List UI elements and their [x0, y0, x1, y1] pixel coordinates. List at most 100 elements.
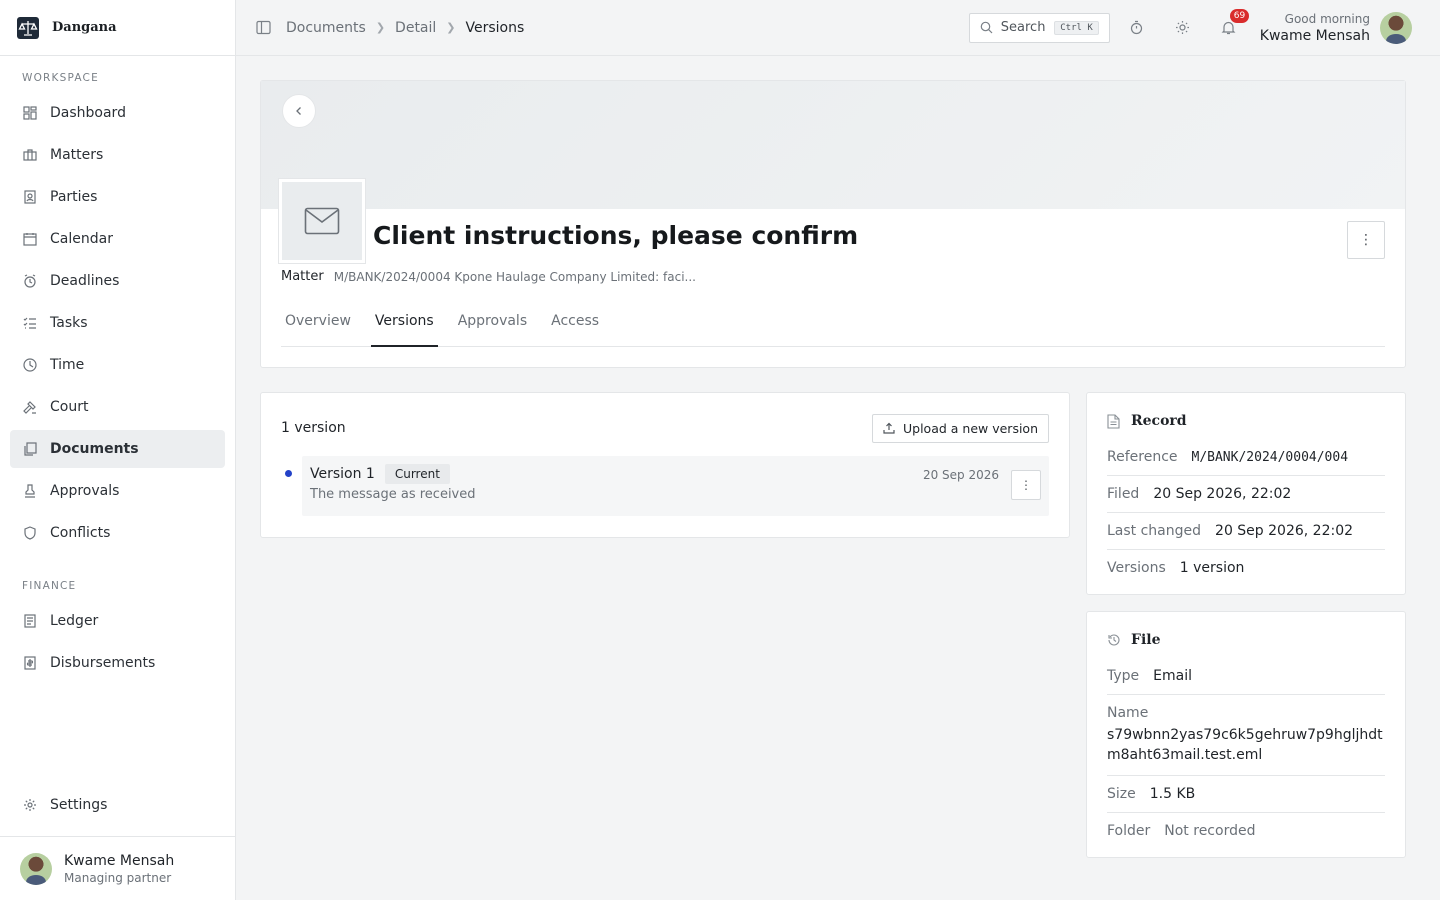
- breadcrumb-documents[interactable]: Documents: [286, 20, 366, 36]
- filed-value: 20 Sep 2026, 22:02: [1153, 486, 1292, 502]
- envelope-icon: [304, 207, 340, 235]
- shield-icon: [22, 525, 38, 541]
- matter-link[interactable]: M/BANK/2024/0004 Kpone Haulage Company L…: [334, 269, 696, 284]
- sidebar-item-conflicts[interactable]: Conflicts: [10, 514, 225, 552]
- scales-logo-icon: [14, 14, 42, 42]
- sidebar-item-label: Dashboard: [50, 105, 126, 121]
- chevron-right-icon: ❯: [446, 21, 456, 34]
- versions-card: 1 version Upload a new version Version 1…: [260, 392, 1070, 538]
- sidebar-item-label: Disbursements: [50, 655, 156, 671]
- cover-banner: [261, 81, 1405, 209]
- greeting-text: Good morning: [1284, 11, 1370, 26]
- brand[interactable]: Dangana: [0, 0, 235, 56]
- reference-label: Reference: [1107, 449, 1178, 465]
- sidebar-item-label: Parties: [50, 189, 98, 205]
- version-actions-button[interactable]: ⋮: [1011, 470, 1041, 500]
- sidebar-item-matters[interactable]: Matters: [10, 136, 225, 174]
- file-title: File: [1131, 632, 1161, 648]
- folder-value: Not recorded: [1164, 823, 1256, 839]
- documents-icon: [22, 441, 38, 457]
- reference-value: M/BANK/2024/0004/004: [1191, 450, 1349, 465]
- user-avatar[interactable]: [1380, 11, 1412, 44]
- chevron-right-icon: ❯: [375, 21, 386, 34]
- last-changed-label: Last changed: [1107, 523, 1202, 539]
- sidebar-item-settings[interactable]: Settings: [10, 786, 225, 824]
- sidebar-item-label: Ledger: [50, 613, 99, 629]
- sidebar-item-approvals[interactable]: Approvals: [10, 472, 225, 510]
- alarm-clock-icon: [22, 273, 38, 289]
- page-title: Client instructions, please confirm: [373, 221, 859, 250]
- sidebar-item-ledger[interactable]: Ledger: [10, 602, 225, 640]
- matter-label: Matter: [281, 269, 324, 284]
- document-thumbnail: [279, 179, 365, 263]
- document-header-card: Client instructions, please confirm ⋮ Ma…: [260, 80, 1406, 368]
- sidebar-item-deadlines[interactable]: Deadlines: [10, 262, 225, 300]
- theme-toggle-button[interactable]: [1160, 13, 1206, 43]
- tab-overview[interactable]: Overview: [281, 307, 355, 347]
- sidebar-toggle-icon[interactable]: [256, 20, 272, 36]
- sidebar-item-label: Deadlines: [50, 273, 120, 289]
- workspace-heading: WORKSPACE: [22, 72, 99, 84]
- profile[interactable]: Kwame Mensah Managing partner: [0, 836, 235, 900]
- tab-bar: Overview Versions Approvals Access: [281, 307, 1385, 347]
- version-entry[interactable]: Version 1 Current The message as receive…: [302, 456, 1049, 516]
- history-icon: [1107, 633, 1123, 647]
- sidebar-item-disbursements[interactable]: Disbursements: [10, 644, 225, 682]
- versions-label: Versions: [1107, 560, 1166, 576]
- sidebar-item-label: Time: [50, 357, 85, 373]
- finance-heading: FINANCE: [22, 580, 77, 592]
- sidebar-item-calendar[interactable]: Calendar: [10, 220, 225, 258]
- type-value: Email: [1153, 668, 1192, 684]
- sidebar-item-dashboard[interactable]: Dashboard: [10, 94, 225, 132]
- sidebar-item-court[interactable]: Court: [10, 388, 225, 426]
- search-button[interactable]: Search Ctrl K: [968, 12, 1110, 43]
- tab-approvals[interactable]: Approvals: [454, 307, 531, 347]
- size-label: Size: [1107, 786, 1136, 802]
- version-name: Version 1: [310, 466, 375, 482]
- breadcrumb-detail[interactable]: Detail: [395, 20, 436, 36]
- notifications-button[interactable]: 69: [1206, 8, 1252, 43]
- avatar: [20, 852, 52, 885]
- breadcrumb-versions: Versions: [465, 19, 525, 36]
- search-shortcut: Ctrl K: [1054, 20, 1099, 35]
- sidebar-item-label: Court: [50, 399, 89, 415]
- document-actions-button[interactable]: ⋮: [1347, 221, 1385, 259]
- tab-access[interactable]: Access: [547, 307, 603, 347]
- sidebar: Dangana WORKSPACE Dashboard Matters Part…: [0, 0, 236, 900]
- status-badge: Current: [384, 464, 450, 484]
- file-card: File Type Email Name s79wbnn2yas79c6k5ge…: [1086, 611, 1406, 858]
- matter-line: Matter M/BANK/2024/0004 Kpone Haulage Co…: [281, 269, 696, 284]
- chevron-left-icon: [294, 106, 304, 116]
- profile-name: Kwame Mensah: [64, 852, 175, 869]
- search-label: Search: [1000, 20, 1046, 35]
- tab-versions[interactable]: Versions: [370, 307, 438, 347]
- sun-icon: [1175, 20, 1190, 35]
- briefcase-icon: [22, 147, 38, 163]
- notification-badge: 69: [1229, 8, 1250, 23]
- current-version-dot: [285, 470, 292, 477]
- brand-name: Dangana: [52, 20, 117, 35]
- sidebar-item-time[interactable]: Time: [10, 346, 225, 384]
- version-count: 1 version: [281, 420, 346, 436]
- ledger-icon: [22, 613, 38, 629]
- timer-button[interactable]: [1114, 13, 1160, 43]
- stamp-icon: [22, 483, 38, 499]
- sidebar-item-documents[interactable]: Documents: [10, 430, 225, 468]
- upload-version-button[interactable]: Upload a new version: [872, 413, 1049, 443]
- stopwatch-icon: [1129, 20, 1144, 35]
- greeting-user-name: Kwame Mensah: [1259, 27, 1370, 44]
- upload-version-label: Upload a new version: [903, 420, 1038, 436]
- sidebar-item-tasks[interactable]: Tasks: [10, 304, 225, 342]
- sidebar-item-parties[interactable]: Parties: [10, 178, 225, 216]
- sidebar-item-label: Approvals: [50, 483, 120, 499]
- file-name-value: s79wbnn2yas79c6k5gehruw7p9hgljhdtm8aht63…: [1107, 727, 1383, 763]
- calendar-icon: [22, 231, 38, 247]
- gear-icon: [22, 797, 38, 813]
- receipt-icon: [22, 655, 38, 671]
- breadcrumb: Documents ❯ Detail ❯ Versions: [286, 20, 524, 36]
- record-card: Record Reference M/BANK/2024/0004/004 Fi…: [1086, 392, 1406, 595]
- name-label: Name: [1107, 705, 1149, 721]
- sidebar-item-label: Tasks: [50, 315, 88, 331]
- version-description: The message as received: [310, 487, 476, 502]
- back-button[interactable]: [282, 94, 316, 128]
